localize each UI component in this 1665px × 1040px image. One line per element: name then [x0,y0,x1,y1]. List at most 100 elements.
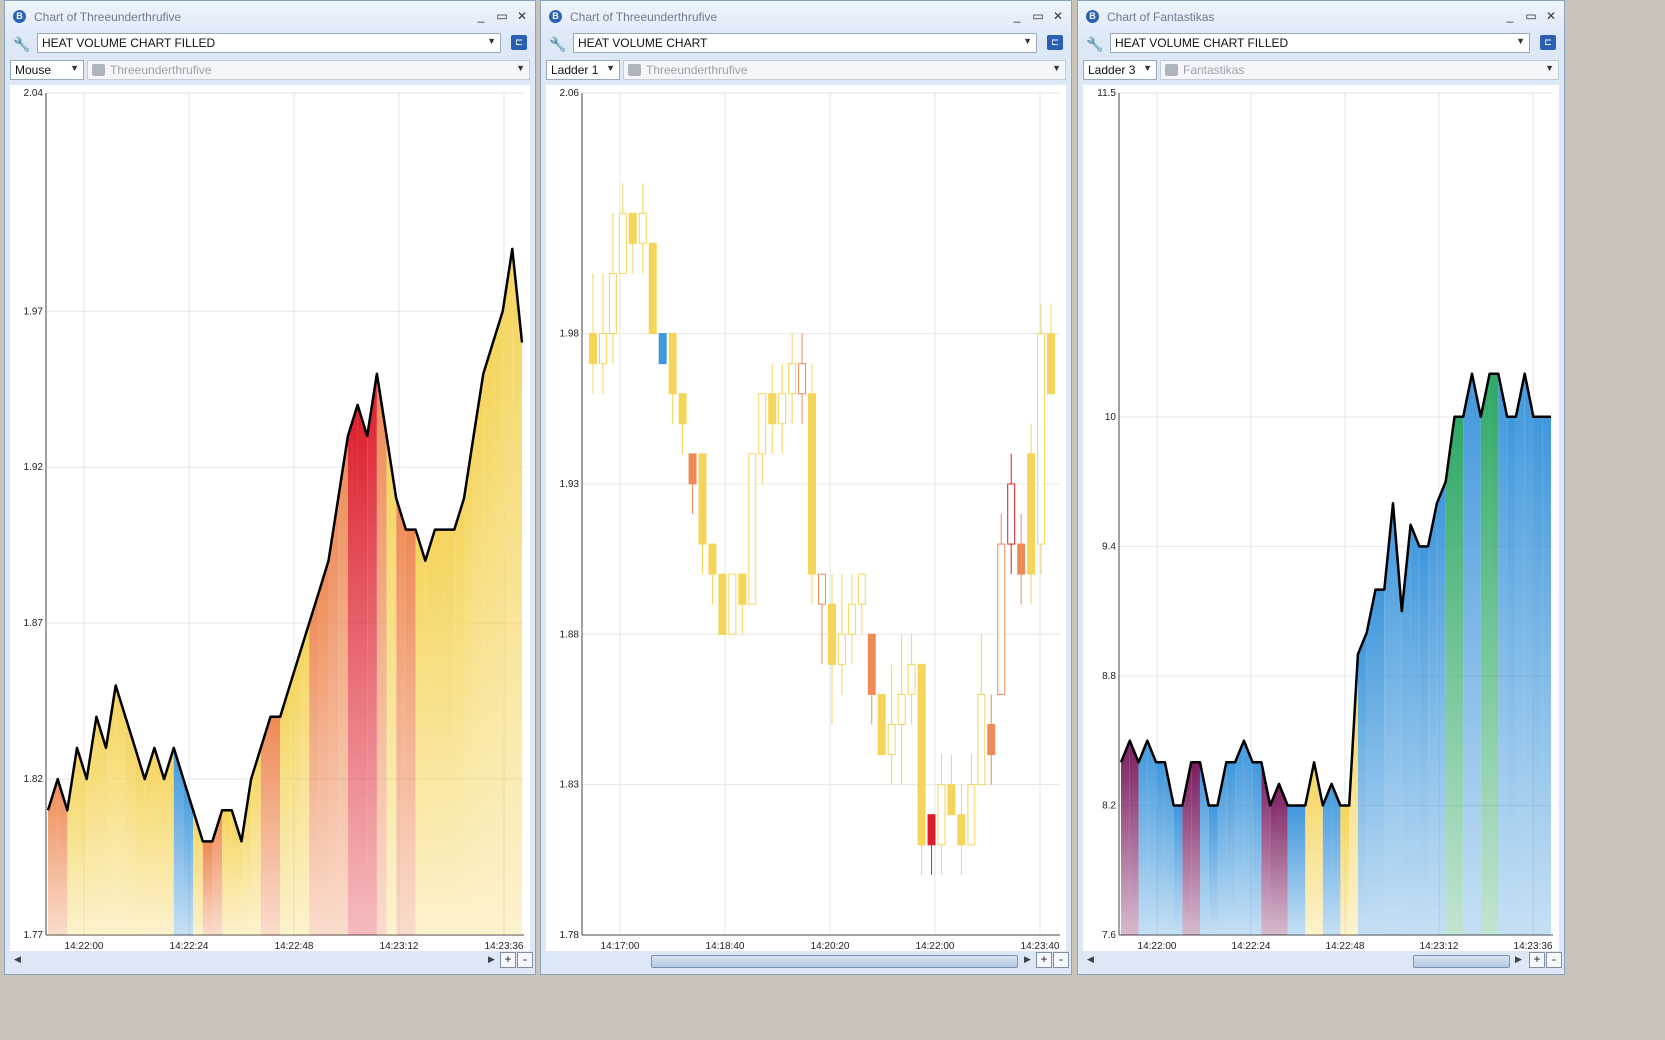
y-tick-label: 7.6 [1102,930,1116,941]
title-bar[interactable]: B Chart of Threeunderthrufive _ ▭ ✕ [541,1,1071,31]
maximize-button[interactable]: ▭ [1524,9,1538,23]
candle-body [688,453,697,485]
heat-fill-segment [338,436,348,935]
wrench-icon[interactable]: 🔧 [549,36,566,53]
scroll-thumb[interactable] [1413,955,1510,968]
scroll-left-icon[interactable]: ◀ [1087,954,1094,965]
title-bar[interactable]: B Chart of Fantastikas _ ▭ ✕ [1078,1,1564,31]
window-title: Chart of Threeunderthrufive [570,10,718,24]
candle-body [658,333,667,365]
y-tick-label: 8.2 [1102,800,1116,811]
x-tick-label: 14:18:40 [706,941,745,951]
candle-body [638,212,647,244]
heat-fill-segment [1121,740,1130,935]
heat-volume-candle-chart[interactable]: 2.06 1.98 1.93 1.88 1.83 1.78 14:17:00 14:18:40… [546,85,1066,951]
chevron-down-icon: ▼ [606,63,615,73]
scroll-right-icon[interactable]: ▶ [1024,954,1031,965]
minimize-button[interactable]: _ [1503,9,1517,23]
heat-volume-chart[interactable]: 2.04 1.97 1.92 1.87 1.82 1.77 14:22:00 14:22:24… [10,85,530,951]
zoom-in-button[interactable]: + [1529,952,1545,968]
instrument-select[interactable]: Fantastikas ▼ [1160,60,1559,80]
scroll-right-icon[interactable]: ▶ [488,954,495,965]
scroll-right-icon[interactable]: ▶ [1515,954,1522,965]
mode-select[interactable]: Ladder 3 ▼ [1083,60,1157,80]
chart-plot-area[interactable]: 2.06 1.98 1.93 1.88 1.83 1.78 14:17:00 14:18:40… [546,85,1066,951]
chart-plot-area[interactable]: 2.04 1.97 1.92 1.87 1.82 1.77 14:22:00 14:22:24… [10,85,530,951]
zoom-out-button[interactable]: - [517,952,533,968]
chart-type-select[interactable]: HEAT VOLUME CHART FILLED ▼ [37,33,501,53]
chevron-down-icon: ▼ [1545,63,1554,73]
instrument-select[interactable]: Threeunderthrufive ▼ [623,60,1066,80]
horizontal-scrollbar[interactable]: ◀ ▶ + - [1083,952,1562,970]
heat-fill-segment [1445,416,1455,935]
x-tick-label: 14:23:36 [1514,941,1553,951]
heat-fill-segment [386,436,397,935]
y-tick-label: 1.78 [560,930,580,941]
title-bar[interactable]: B Chart of Threeunderthrufive _ ▭ ✕ [5,1,535,31]
heat-fill-segment [1243,740,1253,935]
mode-select[interactable]: Ladder 1 ▼ [546,60,620,80]
heat-fill-segment [289,654,300,935]
heat-fill-segment [1533,416,1543,935]
candle-body [768,393,777,425]
candle-body [957,814,966,846]
chart-type-select[interactable]: HEAT VOLUME CHART FILLED ▼ [1110,33,1530,53]
heat-fill-segment [473,373,484,936]
chart-type-value: HEAT VOLUME CHART FILLED [42,36,216,50]
zoom-in-button[interactable]: + [500,952,516,968]
scroll-thumb[interactable] [651,955,1018,968]
mode-value: Ladder 1 [551,63,599,77]
heat-fill-segment [425,529,435,935]
chart-type-select[interactable]: HEAT VOLUME CHART ▼ [573,33,1037,53]
horizontal-scrollbar[interactable]: ◀ ▶ + - [10,952,533,970]
chart-plot-area[interactable]: 11.5 10 9.4 8.8 8.2 7.6 14:22:00 14:22:24 14:22:… [1083,85,1559,951]
window-title: Chart of Fantastikas [1107,10,1215,24]
heat-fill-segment [280,685,290,935]
candle-body [718,573,727,635]
heat-fill-segment [125,716,136,935]
heat-fill-segment [1296,805,1306,935]
heat-fill-segment [328,498,339,935]
instrument-select[interactable]: Threeunderthrufive ▼ [87,60,530,80]
scroll-left-icon[interactable]: ◀ [14,954,21,965]
maximize-button[interactable]: ▭ [495,9,509,23]
mode-select[interactable]: Mouse ▼ [10,60,84,80]
zoom-out-button[interactable]: - [1546,952,1562,968]
minimize-button[interactable]: _ [474,9,488,23]
zoom-in-button[interactable]: + [1036,952,1052,968]
heat-fill-segment [357,404,368,936]
minimize-button[interactable]: _ [1010,9,1024,23]
heat-fill-segment [1226,762,1236,935]
horizontal-scrollbar[interactable]: ▶ + - [546,952,1069,970]
close-button[interactable]: ✕ [1544,9,1558,23]
close-button[interactable]: ✕ [1051,9,1065,23]
wrench-icon[interactable]: 🔧 [13,36,30,53]
instrument-value: Fantastikas [1183,63,1245,77]
close-button[interactable]: ✕ [515,9,529,23]
heat-fill-segment [260,716,271,935]
chevron-down-icon: ▼ [487,36,496,46]
chart-type-value: HEAT VOLUME CHART [578,36,708,50]
heat-volume-chart[interactable]: 11.5 10 9.4 8.8 8.2 7.6 14:22:00 14:22:24 14:22:… [1083,85,1559,951]
candle-body [728,573,737,635]
heat-fill-segment [444,529,455,935]
pin-icon[interactable]: ⊏ [511,35,527,50]
mode-value: Ladder 3 [1088,63,1136,77]
candle-body [897,693,906,726]
instrument-icon [1165,64,1178,76]
zoom-out-button[interactable]: - [1053,952,1069,968]
heat-fill-segment [502,248,513,936]
x-tick-label: 14:22:00 [916,941,955,951]
heat-fill-segment [512,248,522,936]
wrench-icon[interactable]: 🔧 [1086,36,1103,53]
instrument-value: Threeunderthrufive [110,63,212,77]
heat-fill-segment [492,311,503,936]
chevron-down-icon: ▼ [1516,36,1525,46]
candle-body [598,333,607,365]
maximize-button[interactable]: ▭ [1031,9,1045,23]
y-tick-label: 8.8 [1102,671,1116,682]
pin-icon[interactable]: ⊏ [1047,35,1063,50]
candle-body [877,693,886,756]
heat-fill-segment [318,560,329,935]
pin-icon[interactable]: ⊏ [1540,35,1556,50]
